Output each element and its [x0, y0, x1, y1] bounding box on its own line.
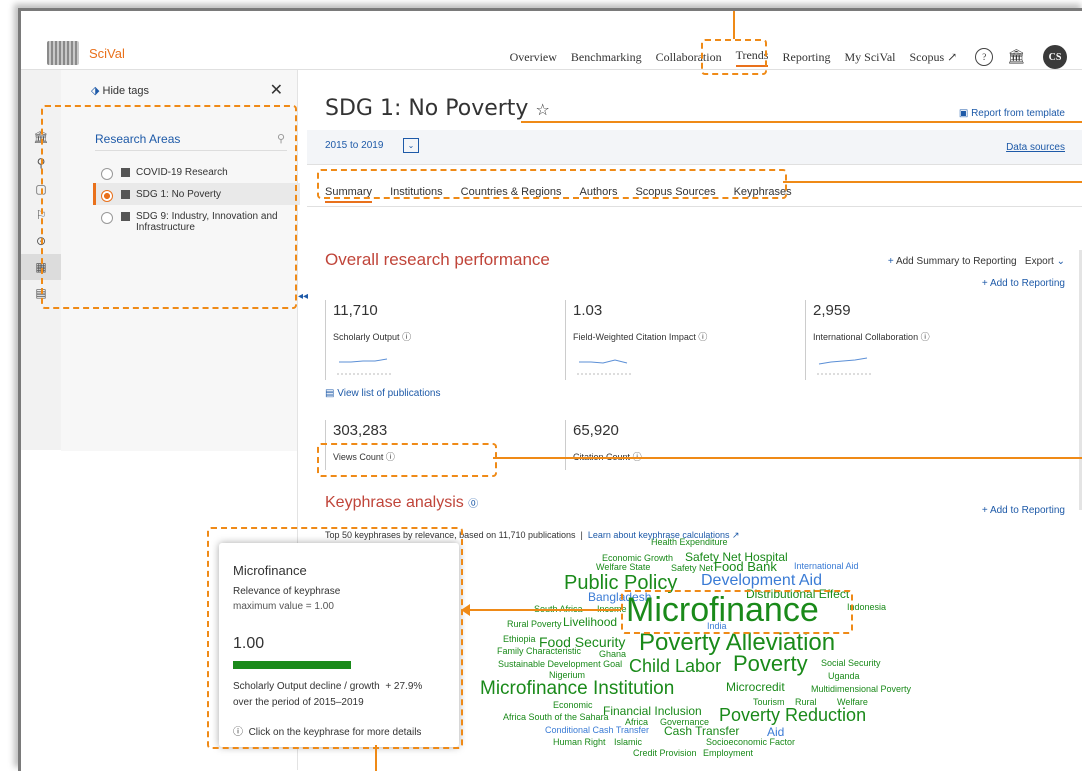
chevron-down-icon[interactable]: ⌄: [403, 138, 419, 153]
nav-links: Overview Benchmarking Collaboration Tren…: [496, 45, 1067, 69]
add-summary-to-reporting[interactable]: + Add Summary to Reporting Export ⌄: [888, 256, 1065, 267]
nav-link-reporting[interactable]: Reporting: [782, 50, 830, 65]
page-title: SDG 1: No Poverty ☆: [325, 96, 550, 121]
top-navigation: SciVal Overview Benchmarking Collaborati…: [21, 11, 1082, 70]
close-icon[interactable]: ✕: [270, 80, 283, 100]
info-icon[interactable]: ⓘ: [698, 332, 707, 342]
keyphrase[interactable]: Ghana: [599, 650, 626, 659]
chevron-down-icon: ⌄: [1056, 256, 1065, 267]
keyphrase-add-to-reporting-button[interactable]: + Add to Reporting: [982, 505, 1065, 516]
keyphrase-analysis-title: Keyphrase analysis ⓪: [325, 494, 479, 511]
metric-value: 11,710: [333, 302, 378, 319]
metric-label: Scholarly Output ⓘ: [333, 332, 412, 342]
keyphrase[interactable]: Uganda: [828, 672, 860, 681]
sparkline: [817, 357, 873, 375]
keyphrase[interactable]: Social Security: [821, 659, 881, 668]
divider: [565, 300, 566, 380]
info-icon[interactable]: ⓪: [468, 499, 478, 510]
nav-link-overview[interactable]: Overview: [510, 50, 557, 65]
metric-value: 303,283: [333, 422, 388, 439]
keyphrase[interactable]: Financial Inclusion: [603, 705, 702, 717]
keyphrase[interactable]: Conditional Cash Transfer: [545, 726, 649, 735]
metric-value: 1.03: [573, 302, 603, 319]
metric-label: Field-Weighted Citation Impact ⓘ: [573, 332, 708, 342]
keyphrase[interactable]: Ethiopia: [503, 635, 536, 644]
keyphrase[interactable]: International Aid: [794, 562, 859, 571]
keyphrase[interactable]: Poverty: [733, 653, 808, 675]
sparkline: [337, 358, 393, 375]
keyphrase[interactable]: Islamic: [614, 738, 642, 747]
divider: [565, 420, 566, 470]
callout-line: [521, 121, 1082, 123]
keyphrase[interactable]: Poverty Reduction: [719, 706, 866, 724]
metric-value: 65,920: [573, 422, 619, 439]
callout-line: [493, 457, 1082, 459]
callout-microfinance: [621, 590, 853, 634]
tag-icon: ⬗: [91, 85, 100, 97]
callout-line: [733, 11, 735, 39]
hide-tags-label: Hide tags: [102, 85, 150, 97]
app-window: SciVal Overview Benchmarking Collaborati…: [18, 8, 1082, 771]
callout-keyphrase-title: [317, 443, 497, 477]
keyphrase[interactable]: Credit Provision: [633, 749, 697, 758]
report-from-template-link[interactable]: ▣ Report from template: [959, 108, 1065, 119]
add-to-reporting-button[interactable]: + Add to Reporting: [982, 278, 1065, 289]
date-range-bar: 2015 to 2019 ⌄ Data sources: [307, 130, 1082, 165]
export-button[interactable]: Export ⌄: [1025, 256, 1065, 267]
keyphrase[interactable]: Sustainable Development Goal: [498, 660, 622, 669]
data-sources-link[interactable]: Data sources: [1006, 142, 1065, 153]
info-icon[interactable]: ⓘ: [921, 332, 930, 342]
keyphrase[interactable]: Africa South of the Sahara: [503, 713, 609, 722]
keyphrase[interactable]: Microfinance Institution: [480, 679, 674, 698]
nav-link-benchmarking[interactable]: Benchmarking: [571, 50, 642, 65]
divider: [805, 300, 806, 380]
hide-tags-button[interactable]: ⬗ Hide tags: [91, 84, 149, 97]
keyphrase[interactable]: Rural Poverty: [507, 620, 562, 629]
callout-tooltip: [207, 527, 463, 749]
elsevier-logo-icon: [47, 41, 79, 65]
callout-trends: [701, 39, 767, 75]
keyphrase[interactable]: Microcredit: [726, 681, 785, 693]
keyphrase[interactable]: Family Characteristic: [497, 647, 581, 656]
keyphrase[interactable]: Economic: [553, 701, 593, 710]
metric-label: International Collaboration ⓘ: [813, 332, 930, 342]
keyphrase[interactable]: Multidimensional Poverty: [811, 685, 911, 694]
callout-line: [467, 609, 621, 611]
nav-link-scopus[interactable]: Scopus ↗: [909, 50, 957, 65]
divider: [325, 300, 326, 380]
keyphrase[interactable]: Child Labor: [629, 657, 721, 675]
keyphrase[interactable]: Livelihood: [563, 616, 617, 628]
view-list-publications-link[interactable]: ▤ View list of publications: [325, 388, 440, 399]
question-icon[interactable]: ?: [975, 48, 994, 66]
divider: [307, 206, 1082, 207]
metric-value: 2,959: [813, 302, 851, 319]
avatar[interactable]: CS: [1043, 45, 1067, 69]
nav-link-my-scival[interactable]: My SciVal: [844, 50, 895, 65]
star-icon[interactable]: ☆: [535, 100, 549, 119]
callout-line: [375, 745, 377, 771]
keyphrase[interactable]: Welfare State: [596, 563, 650, 572]
keyphrase[interactable]: Employment: [703, 749, 753, 758]
keyphrase[interactable]: Socioeconomic Factor: [706, 738, 795, 747]
report-icon: ▣: [958, 108, 969, 119]
app-logo[interactable]: SciVal: [89, 46, 125, 61]
keyphrase[interactable]: Health Expenditure: [651, 538, 728, 547]
list-icon: ▤: [325, 388, 335, 399]
callout-line: [783, 181, 1082, 183]
sparkline: [577, 359, 633, 375]
callout-research-areas: [41, 105, 297, 309]
date-range[interactable]: 2015 to 2019: [325, 140, 383, 151]
institution-icon[interactable]: 🏛: [1007, 49, 1025, 66]
keyphrase[interactable]: Human Right: [553, 738, 606, 747]
info-icon[interactable]: ⓘ: [402, 332, 411, 342]
keyphrase[interactable]: Cash Transfer: [664, 725, 739, 737]
callout-tabs: [317, 169, 787, 199]
overall-performance-title: Overall research performance: [325, 250, 550, 269]
